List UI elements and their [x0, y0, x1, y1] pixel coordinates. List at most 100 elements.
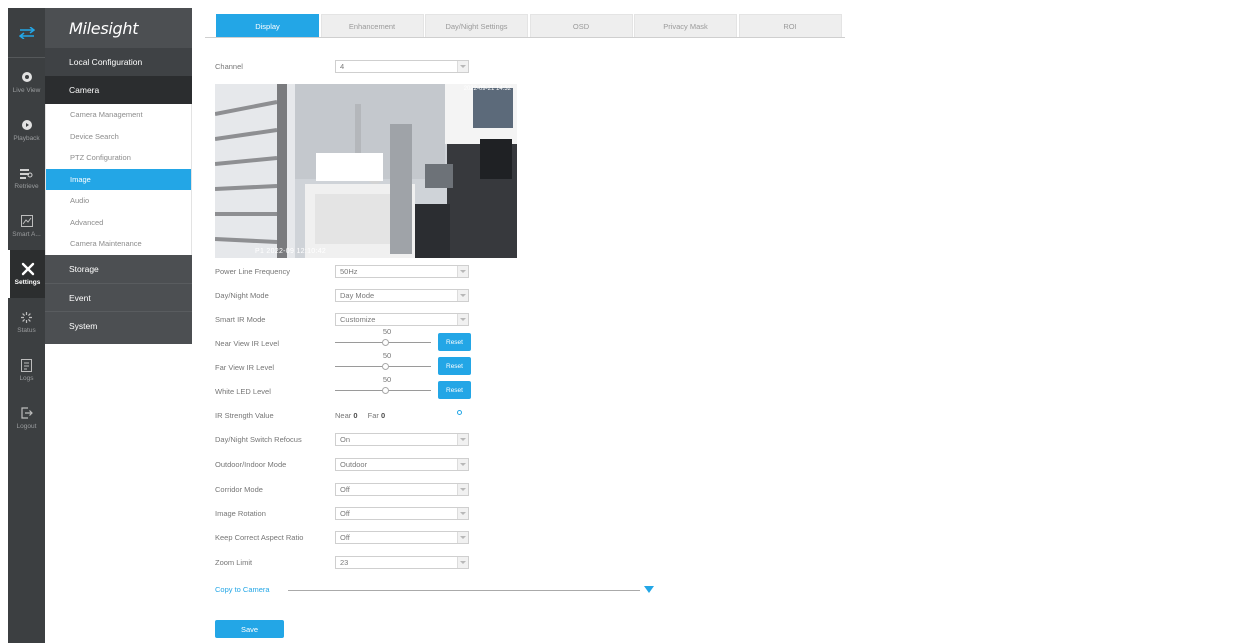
submenu-audio[interactable]: Audio [46, 190, 191, 212]
corridor-mode-select[interactable]: Off [335, 482, 469, 496]
retrieve-icon [20, 166, 34, 180]
chevron-down-icon [457, 289, 468, 301]
save-button[interactable]: Save [215, 620, 284, 638]
channel-select[interactable]: 4 [335, 59, 469, 73]
tab-roi[interactable]: ROI [738, 14, 842, 37]
smart-ir-mode-value: Customize [340, 314, 376, 324]
day-night-mode-select[interactable]: Day Mode [335, 288, 469, 302]
menu-storage[interactable]: Storage [45, 255, 192, 283]
privacy-mask-box [316, 153, 383, 181]
rail-playback[interactable]: Playback [8, 106, 45, 154]
corridor-mode-value: Off [340, 484, 350, 494]
smart-ir-mode-row: Smart IR Mode Customize [215, 312, 475, 326]
rail-label: Logout [16, 423, 37, 430]
ir-strength-row: IR Strength Value Near 0 Far 0 [215, 408, 475, 422]
far-ir-value: 50 [382, 351, 392, 360]
aspect-ratio-select[interactable]: Off [335, 530, 469, 544]
near-ir-row: Near View IR Level 50 Reset [215, 327, 475, 351]
submenu-image[interactable]: Image [46, 168, 191, 190]
rail-status[interactable]: Status [8, 298, 45, 346]
tab-enhancement[interactable]: Enhancement [320, 14, 424, 37]
channel-label: Channel [215, 61, 243, 71]
rail-retrieve[interactable]: Retrieve [8, 154, 45, 202]
menu-local-configuration[interactable]: Local Configuration [45, 48, 192, 76]
rail-live-view[interactable]: Live View [8, 58, 45, 106]
slider-handle[interactable] [382, 339, 389, 346]
slider-handle[interactable] [382, 387, 389, 394]
rail-label: Playback [13, 135, 40, 142]
refocus-value: On [340, 434, 351, 444]
submenu-camera-management[interactable]: Camera Management [46, 104, 191, 126]
divider [288, 590, 640, 591]
rail-logout[interactable]: Logout [8, 394, 45, 442]
submenu-camera-maintenance[interactable]: Camera Maintenance [46, 233, 191, 255]
smart-ir-mode-select[interactable]: Customize [335, 312, 469, 326]
power-line-select[interactable]: 50Hz [335, 264, 469, 278]
refocus-row: Day/Night Switch Refocus On [215, 432, 475, 446]
expand-triangle-icon[interactable] [644, 586, 654, 593]
zoom-limit-label: Zoom Limit [215, 557, 253, 567]
brand-logo: Milesight [69, 18, 139, 38]
copy-to-camera-link[interactable]: Copy to Camera [215, 585, 270, 594]
rail-smart-analysis[interactable]: Smart A... [8, 202, 45, 250]
image-tabs: Display Enhancement Day/Night Settings O… [205, 14, 845, 38]
tab-day-night-settings[interactable]: Day/Night Settings [425, 14, 528, 37]
zoom-limit-select[interactable]: 23 [335, 555, 469, 569]
near-ir-slider[interactable]: 50 [335, 327, 431, 351]
smart-analysis-icon [20, 214, 34, 228]
white-led-value: 50 [382, 375, 392, 384]
zoom-limit-value: 23 [340, 557, 349, 567]
camera-preview: P1 2022-09 12:10:42 2022-09-21 14:32 [215, 84, 517, 258]
chevron-down-icon [457, 60, 468, 72]
image-rotation-row: Image Rotation Off [215, 506, 475, 520]
power-line-row: Power Line Frequency 50Hz [215, 264, 475, 278]
chevron-down-icon [457, 265, 468, 277]
white-led-reset-button[interactable]: Reset [438, 381, 471, 399]
day-night-mode-row: Day/Night Mode Day Mode [215, 288, 475, 302]
osd-top-text: 2022-09-21 14:32 [463, 86, 511, 92]
rail-label: Settings [14, 279, 41, 286]
refresh-icon[interactable] [457, 410, 462, 415]
rail-settings[interactable]: Settings [8, 250, 45, 298]
osd-timestamp: P1 2022-09 12:10:42 [255, 248, 327, 255]
refocus-select[interactable]: On [335, 432, 469, 446]
status-icon [20, 310, 34, 324]
menu-system[interactable]: System [45, 310, 192, 339]
submenu-device-search[interactable]: Device Search [46, 126, 191, 148]
rail-label: Status [17, 327, 36, 334]
tab-osd[interactable]: OSD [529, 14, 633, 37]
rail-label: Retrieve [14, 183, 39, 190]
collapse-toggle[interactable] [8, 8, 45, 58]
tab-privacy-mask[interactable]: Privacy Mask [634, 14, 737, 37]
rail-label: Logs [19, 375, 34, 382]
chevron-down-icon [457, 483, 468, 495]
ir-far-value: 0 [380, 410, 386, 420]
near-ir-value: 50 [382, 327, 392, 336]
outdoor-indoor-value: Outdoor [340, 459, 368, 469]
menu-camera[interactable]: Camera [45, 76, 192, 104]
outdoor-indoor-label: Outdoor/Indoor Mode [215, 459, 287, 469]
aspect-ratio-row: Keep Correct Aspect Ratio Off [215, 530, 475, 544]
icon-rail: Live View Playback Retrieve Smart A... S… [8, 8, 45, 643]
channel-row: Channel 4 [215, 59, 475, 73]
image-rotation-select[interactable]: Off [335, 506, 469, 520]
outdoor-indoor-select[interactable]: Outdoor [335, 457, 469, 471]
day-night-mode-value: Day Mode [340, 290, 375, 300]
channel-value: 4 [340, 61, 345, 71]
rail-logs[interactable]: Logs [8, 346, 45, 394]
white-led-label: White LED Level [215, 386, 271, 396]
far-ir-slider[interactable]: 50 [335, 351, 431, 375]
aspect-ratio-value: Off [340, 532, 350, 542]
menu-event[interactable]: Event [45, 282, 192, 311]
submenu-ptz-configuration[interactable]: PTZ Configuration [46, 147, 191, 169]
ir-strength-values: Near 0 Far 0 [335, 411, 393, 420]
white-led-row: White LED Level 50 Reset [215, 375, 475, 399]
image-rotation-label: Image Rotation [215, 508, 266, 518]
playback-icon [20, 118, 34, 132]
slider-handle[interactable] [382, 363, 389, 370]
white-led-slider[interactable]: 50 [335, 375, 431, 399]
far-ir-reset-button[interactable]: Reset [438, 357, 471, 375]
near-ir-reset-button[interactable]: Reset [438, 333, 471, 351]
tab-display[interactable]: Display [216, 14, 319, 37]
submenu-advanced[interactable]: Advanced [46, 212, 191, 234]
